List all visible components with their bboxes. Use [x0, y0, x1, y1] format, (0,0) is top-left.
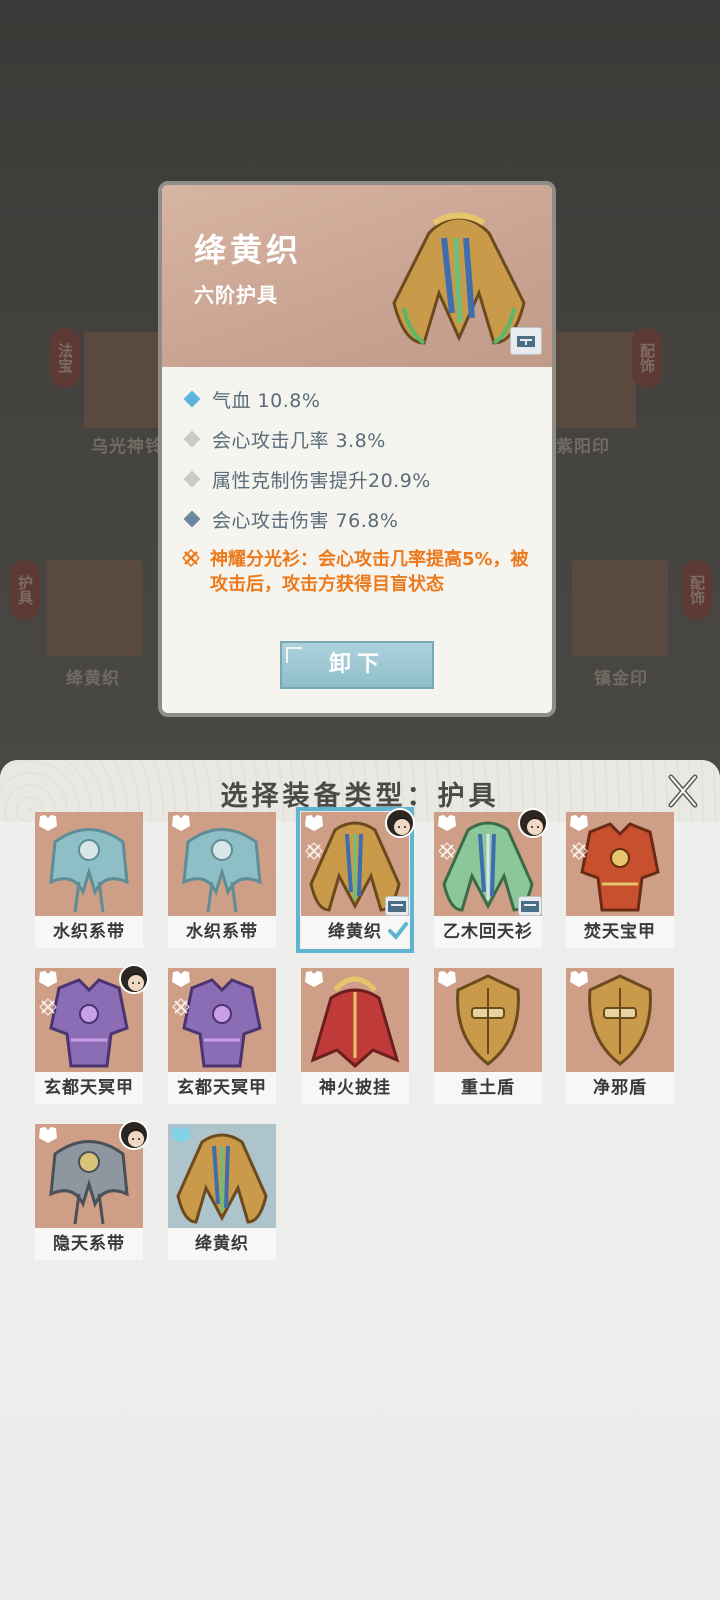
- equipment-item[interactable]: 神火披挂: [301, 968, 409, 1104]
- armor-type-icon: [568, 970, 590, 988]
- item-subtitle: 六阶护具: [194, 283, 278, 307]
- attribute-row: 会心攻击几率 3.8%: [182, 419, 542, 459]
- lock-icon: [385, 896, 409, 916]
- bg-tag: 护具: [10, 560, 40, 620]
- item-name: 焚天宝甲: [566, 916, 674, 948]
- item-name: 重土盾: [434, 1072, 542, 1104]
- armor-type-icon: [303, 970, 325, 988]
- equipment-item[interactable]: 重土盾: [434, 968, 542, 1104]
- bg-item-slot[interactable]: [46, 560, 142, 656]
- attribute-text: 会心攻击伤害 76.8%: [212, 509, 399, 532]
- diamond-icon: [183, 510, 201, 528]
- equipment-item[interactable]: 隐天系带: [35, 1120, 149, 1260]
- equipment-item[interactable]: 水织系带: [168, 812, 276, 948]
- close-icon[interactable]: [664, 772, 702, 810]
- bg-item-label: 绛黄织: [66, 669, 120, 689]
- equipment-item[interactable]: 乙木回天衫: [434, 808, 548, 948]
- bg-tag: 法宝: [50, 328, 80, 388]
- item-name: 玄都天冥甲: [35, 1072, 143, 1104]
- equipment-item[interactable]: 玄都天冥甲: [168, 968, 276, 1104]
- armor-type-icon: [170, 970, 192, 988]
- item-name: 乙木回天衫: [434, 916, 542, 948]
- skill-row: 神耀分光衫：会心攻击几率提高5%，被攻击后，攻击方获得目盲状态: [182, 547, 542, 597]
- diamond-icon: [183, 430, 201, 448]
- rune-icon: [182, 549, 200, 567]
- character-avatar: [119, 1120, 149, 1150]
- armor-type-icon: [170, 814, 192, 832]
- equipment-item[interactable]: 水织系带: [35, 812, 143, 948]
- rune-icon: [172, 998, 190, 1016]
- panel-title: 选择装备类型：护具: [220, 781, 500, 812]
- checkmark-icon: [387, 920, 409, 942]
- armor-type-icon: [37, 814, 59, 832]
- attribute-text: 属性克制伤害提升20.9%: [212, 469, 431, 492]
- equipment-item[interactable]: 绛黄织: [168, 1124, 276, 1260]
- attribute-list: 气血 10.8% 会心攻击几率 3.8% 属性克制伤害提升20.9% 会心攻击伤…: [182, 379, 542, 597]
- item-name: 神火披挂: [301, 1072, 409, 1104]
- character-avatar: [119, 964, 149, 994]
- card-header: 绛黄织 六阶护具: [162, 185, 552, 367]
- attribute-text: 气血 10.8%: [212, 389, 321, 412]
- item-name: 水织系带: [35, 916, 143, 948]
- bg-item-label: 镇金印: [594, 669, 648, 689]
- rune-icon: [305, 842, 323, 860]
- armor-type-icon: [568, 814, 590, 832]
- equipment-item[interactable]: 净邪盾: [566, 968, 674, 1104]
- diamond-icon: [183, 390, 201, 408]
- equipment-detail-card: 绛黄织 六阶护具 气血 10.8% 会心攻击几率 3.8% 属性克制伤害提升20…: [158, 181, 556, 717]
- rune-icon: [570, 842, 588, 860]
- armor-type-icon: [436, 970, 458, 988]
- bg-tag: 配饰: [682, 560, 712, 620]
- character-avatar: [385, 808, 415, 838]
- lock-icon: [510, 327, 542, 355]
- item-name: 隐天系带: [35, 1228, 143, 1260]
- diamond-icon: [183, 470, 201, 488]
- unequip-button[interactable]: 卸下: [280, 641, 434, 689]
- equipment-item[interactable]: 绛黄织: [296, 807, 415, 953]
- item-name: 玄都天冥甲: [168, 1072, 276, 1104]
- bg-item-slot[interactable]: [572, 560, 668, 656]
- skill-text: 神耀分光衫：会心攻击几率提高5%，被攻击后，攻击方获得目盲状态: [210, 549, 529, 595]
- attribute-row: 会心攻击伤害 76.8%: [182, 499, 542, 539]
- armor-type-icon: [37, 970, 59, 988]
- equipment-item[interactable]: 焚天宝甲: [566, 812, 674, 948]
- attribute-text: 会心攻击几率 3.8%: [212, 429, 386, 452]
- armor-type-icon: [170, 1126, 192, 1144]
- item-name: 水织系带: [168, 916, 276, 948]
- rune-icon: [39, 998, 57, 1016]
- item-name: 绛黄织: [168, 1228, 276, 1260]
- character-avatar: [518, 808, 548, 838]
- equipment-item[interactable]: 玄都天冥甲: [35, 964, 149, 1104]
- armor-type-icon: [303, 814, 325, 832]
- armor-type-icon: [37, 1126, 59, 1144]
- item-title: 绛黄织: [194, 231, 303, 269]
- lock-icon: [518, 896, 542, 916]
- bg-tag: 配饰: [632, 328, 662, 388]
- attribute-row: 气血 10.8%: [182, 379, 542, 419]
- rune-icon: [438, 842, 456, 860]
- attribute-row: 属性克制伤害提升20.9%: [182, 459, 542, 499]
- armor-type-icon: [436, 814, 458, 832]
- item-name: 净邪盾: [566, 1072, 674, 1104]
